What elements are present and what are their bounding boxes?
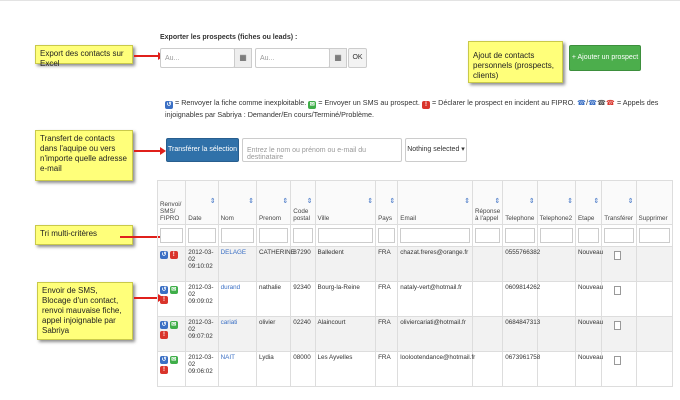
filter-input[interactable] <box>160 228 184 243</box>
alert-icon[interactable]: ! <box>160 331 168 339</box>
sort-icon: ⇕ <box>248 198 254 205</box>
sms-icon: ✉ <box>308 101 317 109</box>
filter-input[interactable] <box>577 228 600 243</box>
transfer-checkbox[interactable] <box>614 321 622 330</box>
alert-icon[interactable]: ! <box>160 366 168 374</box>
calendar-icon[interactable]: ▦ <box>234 48 252 68</box>
note-sort: Tri multi-critères <box>35 225 133 245</box>
col-header[interactable]: Prenom ⇕ <box>255 180 292 225</box>
legend-resend-text: = Renvoyer la fiche comme inexploitable. <box>175 98 307 107</box>
sms-icon[interactable]: ✉ <box>169 356 178 364</box>
sort-icon: ⇕ <box>627 198 634 205</box>
legend-declare-text: = Déclarer le prospect en incident au FI… <box>431 98 576 107</box>
export-ok-button[interactable]: OK <box>348 48 367 68</box>
phone-request-icon: ☎ <box>577 98 587 107</box>
sort-icon: ⇕ <box>464 198 470 205</box>
phone-problem-icon: ☎ <box>606 98 615 107</box>
filter-input[interactable] <box>539 228 573 243</box>
recipient-select-label: Nothing selected <box>407 146 460 153</box>
col-header[interactable]: Transférer ⇕ <box>601 180 637 225</box>
calendar-icon[interactable]: ▦ <box>329 48 347 68</box>
phone-inprogress-icon: ☎ <box>588 98 598 107</box>
arrow-export <box>134 52 164 60</box>
filter-row <box>156 224 674 247</box>
sort-icon: ⇕ <box>367 198 374 205</box>
col-header[interactable]: Telephone ⇕ <box>502 180 538 225</box>
resend-icon[interactable]: ↺ <box>160 356 168 364</box>
col-header[interactable]: Pays ⇕ <box>375 180 399 225</box>
sort-icon: ⇕ <box>528 198 535 205</box>
transfer-checkbox[interactable] <box>614 251 622 260</box>
sort-icon: ⇕ <box>306 198 313 205</box>
legend-calls-line2: injoignables par Sabriya : Demander/En c… <box>165 110 374 119</box>
col-header[interactable]: Ville ⇕ <box>314 180 377 225</box>
add-prospect-button[interactable]: + Ajouter un prospect <box>569 45 641 71</box>
filter-input[interactable] <box>188 228 216 243</box>
resend-icon: ↺ <box>165 101 173 109</box>
col-header[interactable]: Nom ⇕ <box>217 180 257 225</box>
col-header[interactable]: Réponse à l'appel ⇕ <box>471 180 504 225</box>
sort-icon: ⇕ <box>209 198 216 205</box>
filter-input[interactable] <box>638 228 670 243</box>
prospects-table: Renvoi/ SMS/ FIPRO Date ⇕ Nom ⇕ Prenom ⇕ Co… <box>156 180 674 387</box>
note-sms: Envoir de SMS, Blocage d'un contact, ren… <box>37 282 133 340</box>
note-add: Ajout de contacts personnels (prospects,… <box>468 41 563 83</box>
export-from-date-input[interactable]: Au... <box>160 48 235 68</box>
sort-icon: ⇕ <box>593 198 600 205</box>
top-divider <box>0 0 680 1</box>
col-header[interactable]: Telephone2 ⇕ <box>536 180 576 225</box>
table-row: ↺ ✉! 2012-03-02 09:07:02 cariati olivier … <box>156 316 674 352</box>
phone-done-icon: ☎ <box>597 98 607 107</box>
export-title: Exporter les prospects (fiches ou leads)… <box>160 34 298 41</box>
table-row: ↺ ! 2012-03-02 09:10:02 DELAGE CATHERINE … <box>156 246 674 282</box>
legend-calls-text: = Appels des <box>616 98 659 107</box>
col-header[interactable]: Email ⇕ <box>397 180 473 225</box>
note-export: Export des contacts sur Excel <box>35 45 133 68</box>
resend-icon[interactable]: ↺ <box>160 251 168 259</box>
note-transfer: Transfert de contacts dans l'aquipe ou v… <box>35 130 133 181</box>
filter-input[interactable] <box>220 228 254 243</box>
recipient-input[interactable]: Entrez le nom ou prénom ou e-mail du des… <box>242 138 402 162</box>
add-prospect-label: Ajouter un prospect <box>577 54 639 61</box>
icon-legend: ↺ = Renvoyer la fiche comme inexploitabl… <box>165 98 659 119</box>
caret-down-icon: ▾ <box>461 146 465 153</box>
transfer-checkbox[interactable] <box>614 286 622 295</box>
alert-icon[interactable]: ! <box>160 296 168 304</box>
filter-input[interactable] <box>317 228 374 243</box>
filter-input[interactable] <box>475 228 501 243</box>
col-header[interactable]: Code postal ⇕ <box>290 180 316 225</box>
sort-icon: ⇕ <box>282 198 289 205</box>
export-to-date-input[interactable]: Au... <box>255 48 330 68</box>
filter-input[interactable] <box>604 228 634 243</box>
alert-icon[interactable]: ! <box>169 251 178 259</box>
col-header[interactable]: Date ⇕ <box>185 180 219 225</box>
transfer-checkbox[interactable] <box>614 356 622 365</box>
legend-sms-text: = Envoyer un SMS au prospect. <box>318 98 420 107</box>
filter-input[interactable] <box>505 228 535 243</box>
arrow-transfer <box>134 147 166 155</box>
filter-input[interactable] <box>378 228 396 243</box>
table-row: ↺ ✉! 2012-03-02 09:09:02 durand nathalie … <box>156 281 674 317</box>
sms-icon[interactable]: ✉ <box>169 286 178 294</box>
table-row: ↺ ✉! 2012-03-02 09:06:02 NAIT Lydia 08000… <box>156 351 674 387</box>
plus-icon: + <box>571 54 576 61</box>
col-header[interactable]: Supprimer <box>635 180 674 225</box>
filter-input[interactable] <box>400 228 470 243</box>
filter-input[interactable] <box>293 228 313 243</box>
col-header[interactable]: Etape ⇕ <box>574 180 603 225</box>
sort-icon: ⇕ <box>567 198 573 205</box>
sms-icon[interactable]: ✉ <box>169 321 178 329</box>
transfer-selection-button[interactable]: Transférer la sélection à <box>166 138 239 175</box>
alert-icon: ! <box>421 101 430 109</box>
sort-icon: ⇕ <box>494 198 501 205</box>
sort-icon: ⇕ <box>389 198 396 205</box>
resend-icon[interactable]: ↺ <box>160 321 168 329</box>
header-row: Renvoi/ SMS/ FIPRO Date ⇕ Nom ⇕ Prenom ⇕ Co… <box>156 180 674 225</box>
recipient-select[interactable]: Nothing selected ▾ <box>405 138 467 162</box>
resend-icon[interactable]: ↺ <box>160 286 168 294</box>
filter-input[interactable] <box>258 228 289 243</box>
col-header[interactable]: Renvoi/ SMS/ FIPRO <box>156 180 187 225</box>
